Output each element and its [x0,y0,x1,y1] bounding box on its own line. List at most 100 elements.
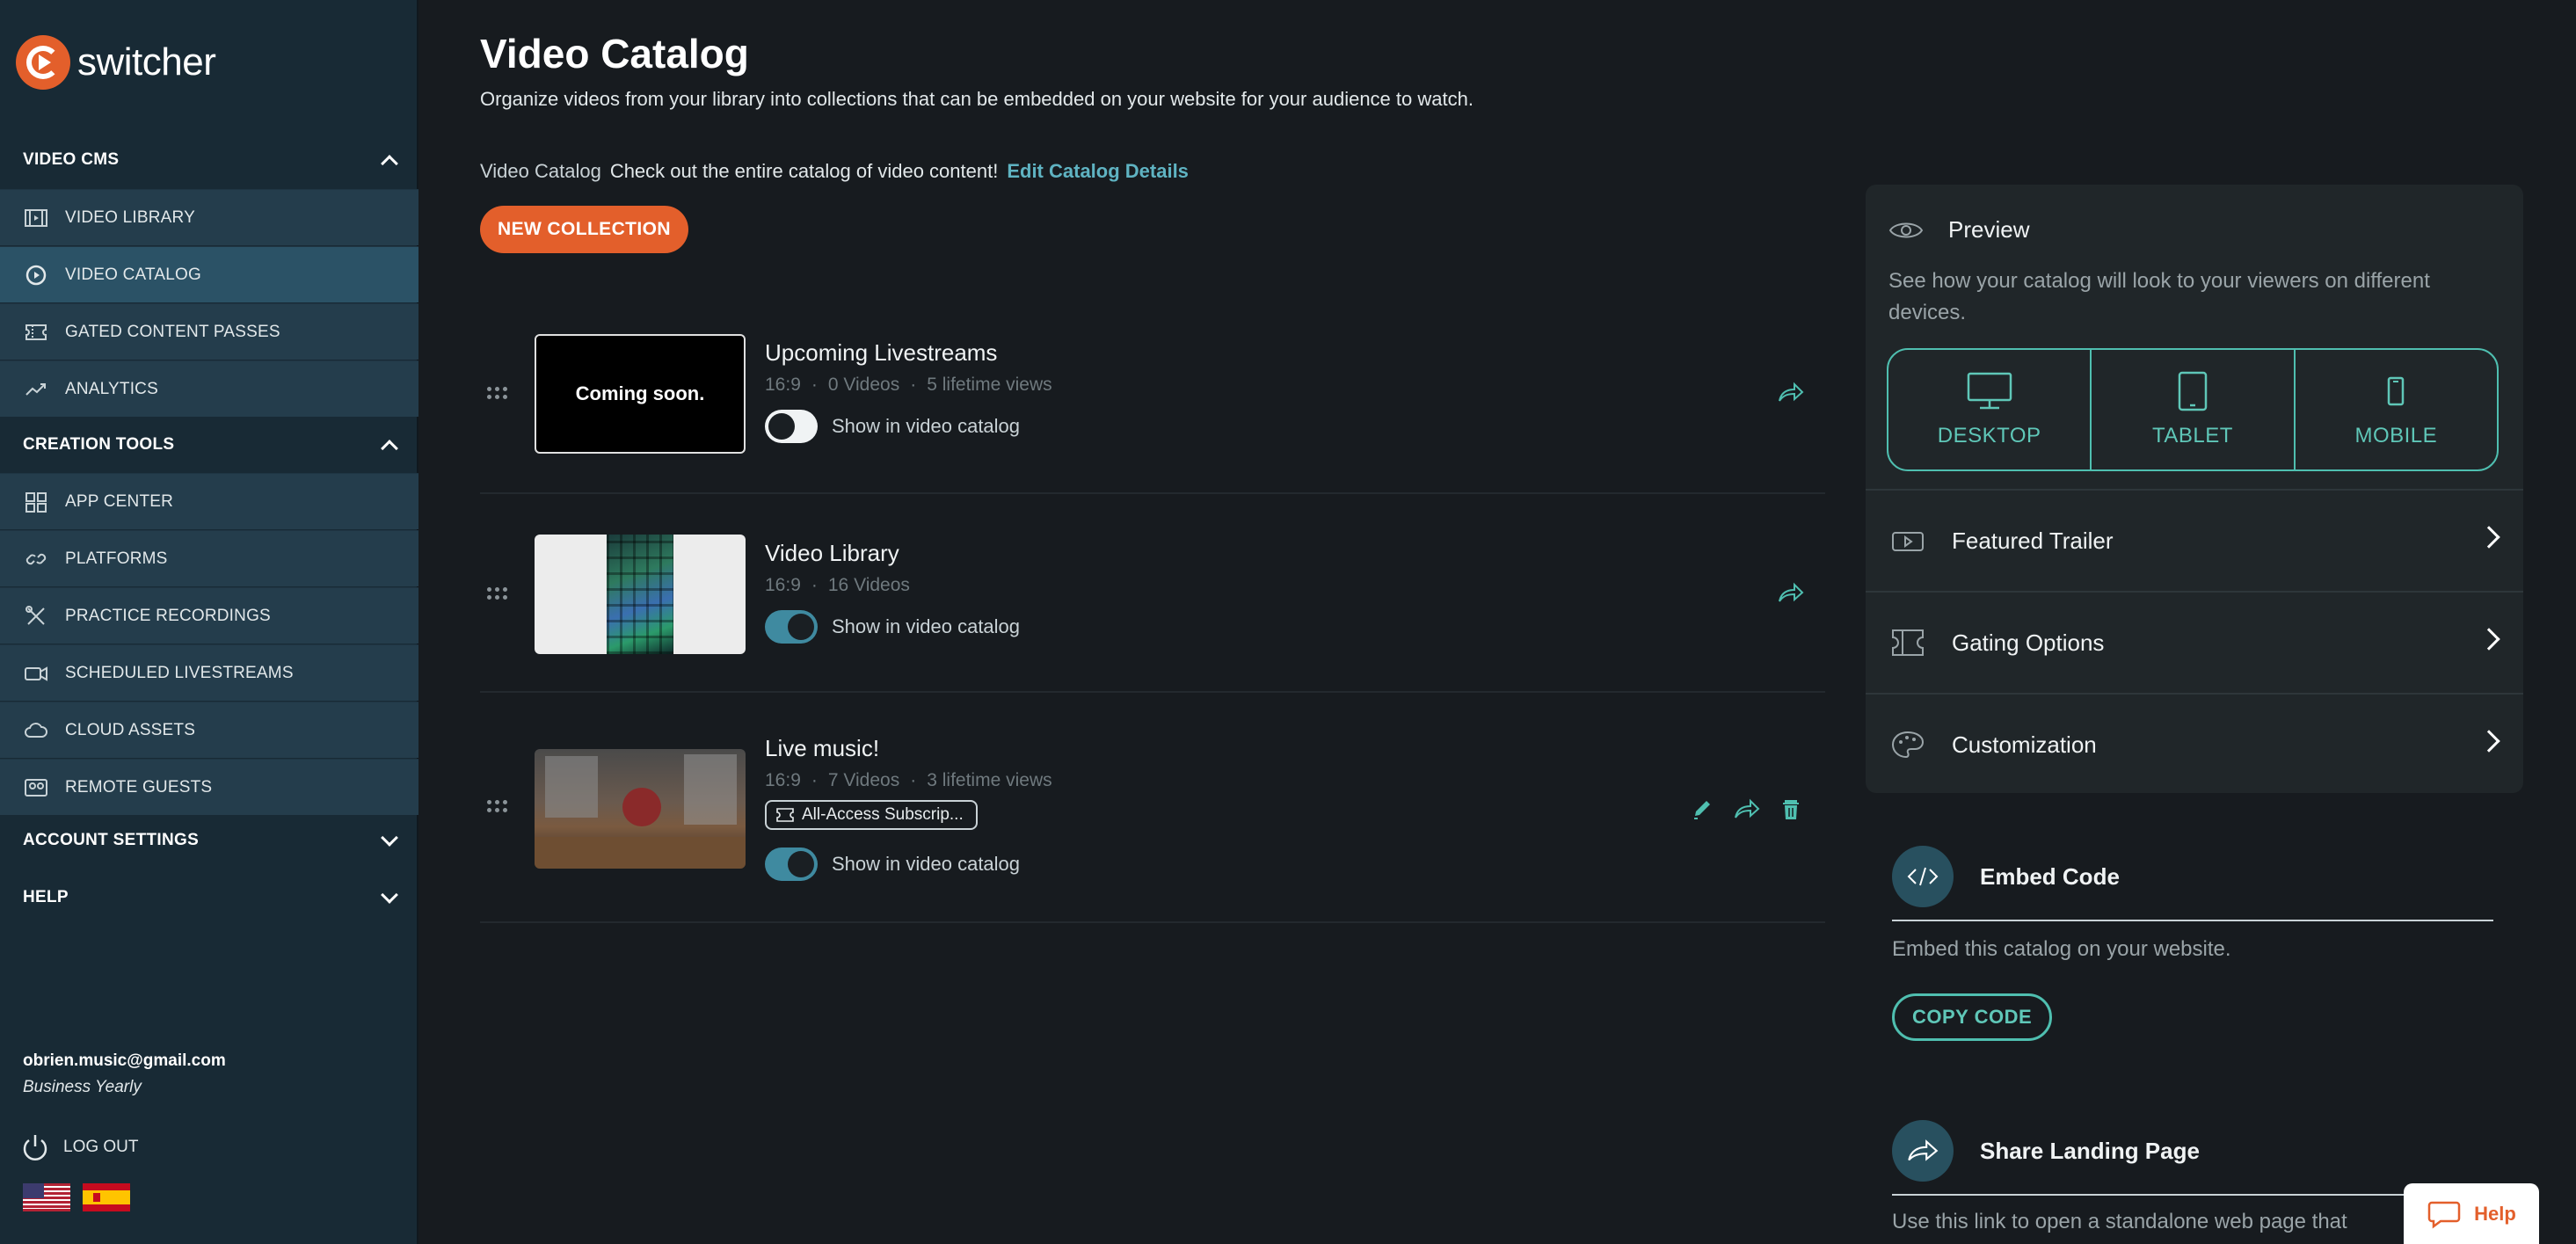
chevron-down-icon [381,886,398,904]
page-title: Video Catalog [480,31,749,76]
sidebar-item-remote-guests[interactable]: REMOTE GUESTS [0,759,418,815]
spain-flag-icon[interactable] [83,1183,130,1211]
brand-name: switcher [77,40,216,84]
sidebar-item-cloud-assets[interactable]: CLOUD ASSETS [0,702,418,758]
preview-header: Preview [1888,216,2029,244]
sidebar-item-label: VIDEO CATALOG [65,265,201,284]
switcher-logo-icon [23,265,49,286]
toggle-label: Show in video catalog [832,853,1021,875]
toggle-label: Show in video catalog [832,615,1021,637]
section-creation-tools[interactable]: CREATION TOOLS [0,417,418,473]
sidebar-item-label: PLATFORMS [65,549,168,568]
preview-title: Preview [1948,216,2030,243]
sidebar-item-video-library[interactable]: VIDEO LIBRARY [0,189,418,245]
catalog-name: Video Catalog [480,160,601,182]
device-desktop-button[interactable]: DESKTOP [1888,350,2092,469]
sidebar-item-scheduled-livestreams[interactable]: SCHEDULED LIVESTREAMS [0,644,418,701]
edit-catalog-link[interactable]: Edit Catalog Details [1007,160,1189,183]
customization-option[interactable]: Customization [1866,693,2523,795]
sidebar-item-video-catalog[interactable]: VIDEO CATALOG [0,246,418,302]
desktop-icon [1967,372,2012,410]
collection-views: 3 lifetime views [927,770,1052,790]
collection-video-count: 7 Videos [827,770,900,790]
gating-pass-badge[interactable]: All-Access Subscrip... [765,800,978,830]
collection-views: 5 lifetime views [927,375,1052,395]
tools-icon [23,605,49,627]
section-label: CREATION TOOLS [23,435,175,454]
logout-button[interactable]: LOG OUT [19,1132,139,1162]
device-tablet-button[interactable]: TABLET [2092,350,2296,469]
featured-trailer-option[interactable]: Featured Trailer [1866,489,2523,591]
sidebar-item-label: REMOTE GUESTS [65,777,213,797]
logout-label: LOG OUT [63,1138,139,1156]
chevron-down-icon [381,829,398,847]
device-label: DESKTOP [1937,424,2041,447]
sidebar-item-platforms[interactable]: PLATFORMS [0,530,418,586]
sidebar-item-label: VIDEO LIBRARY [65,207,195,227]
drag-handle-icon[interactable] [487,587,508,600]
sidebar-item-analytics[interactable]: ANALYTICS [0,360,418,417]
sidebar-item-label: PRACTICE RECORDINGS [65,606,271,625]
thumbnail-text: Coming soon. [575,382,705,404]
collection-ratio: 16:9 [765,575,801,595]
show-in-catalog-toggle[interactable]: Show in video catalog [765,848,1020,881]
toggle-switch[interactable] [765,410,818,443]
chevron-right-icon [2478,526,2500,549]
share-icon[interactable] [1776,380,1806,406]
collection-thumbnail[interactable] [535,749,746,869]
sidebar-item-label: APP CENTER [65,491,174,511]
gating-options-option[interactable]: Gating Options [1866,591,2523,693]
collection-meta: 16:9 · 7 Videos · 3 lifetime views [765,770,1052,790]
show-in-catalog-toggle[interactable]: Show in video catalog [765,610,1020,644]
delete-icon[interactable] [1776,797,1806,823]
drag-handle-icon[interactable] [487,387,508,399]
collection-row[interactable]: Coming soon. Upcoming Livestreams 16:9 · … [480,325,1825,494]
collection-thumbnail[interactable]: Coming soon. [535,334,746,454]
sidebar-item-practice-recordings[interactable]: PRACTICE RECORDINGS [0,587,418,644]
device-label: TABLET [2152,424,2233,447]
device-mobile-button[interactable]: MOBILE [2296,350,2497,469]
switcher-logo-icon [16,35,70,90]
sidebar-item-gated-content-passes[interactable]: GATED CONTENT PASSES [0,303,418,360]
section-help[interactable]: HELP [0,869,418,926]
user-email: obrien.music@gmail.com [23,1051,226,1070]
switcher-logo[interactable]: switcher [16,35,216,90]
show-in-catalog-toggle[interactable]: Show in video catalog [765,410,1020,443]
section-label: HELP [23,888,69,906]
collection-title: Video Library [765,540,899,566]
chevron-up-icon [381,440,398,457]
power-icon [23,1135,47,1160]
drag-handle-icon[interactable] [487,800,508,812]
section-account-settings[interactable]: ACCOUNT SETTINGS [0,812,418,869]
new-collection-button[interactable]: NEW COLLECTION [480,206,688,253]
embed-code-description: Embed this catalog on your website. [1892,937,2231,961]
chevron-right-icon [2478,730,2500,753]
collection-title: Upcoming Livestreams [765,339,998,366]
camera-icon [23,663,49,684]
share-icon[interactable] [1776,580,1806,607]
sidebar-item-app-center[interactable]: APP CENTER [0,473,418,529]
eye-icon [1888,222,1924,237]
toggle-switch[interactable] [765,848,818,881]
ticket-icon [1892,629,1924,656]
collection-ratio: 16:9 [765,375,801,395]
user-plan: Business Yearly [23,1078,142,1096]
collection-meta: 16:9 · 0 Videos · 5 lifetime views [765,375,1052,395]
device-selector: DESKTOP TABLET MOBILE [1887,348,2499,471]
copy-code-button[interactable]: COPY CODE [1892,993,2053,1041]
share-icon[interactable] [1732,797,1762,823]
device-label: MOBILE [2354,424,2438,447]
mobile-icon [2388,376,2405,406]
toggle-switch[interactable] [765,610,818,644]
collection-ratio: 16:9 [765,770,801,790]
collection-thumbnail[interactable] [535,535,746,654]
option-label: Featured Trailer [1952,527,2114,554]
collection-row[interactable]: Video Library 16:9 · 16 Videos Show in vi… [480,494,1825,693]
sidebar-item-label: CLOUD ASSETS [65,720,196,739]
section-video-cms[interactable]: VIDEO CMS [0,132,418,188]
collection-row[interactable]: Live music! 16:9 · 7 Videos · 3 lifetime v… [480,693,1825,923]
collection-video-count: 0 Videos [827,375,900,395]
help-button[interactable]: Help [2404,1183,2539,1244]
us-flag-icon[interactable] [23,1183,70,1211]
edit-icon[interactable] [1688,797,1718,823]
